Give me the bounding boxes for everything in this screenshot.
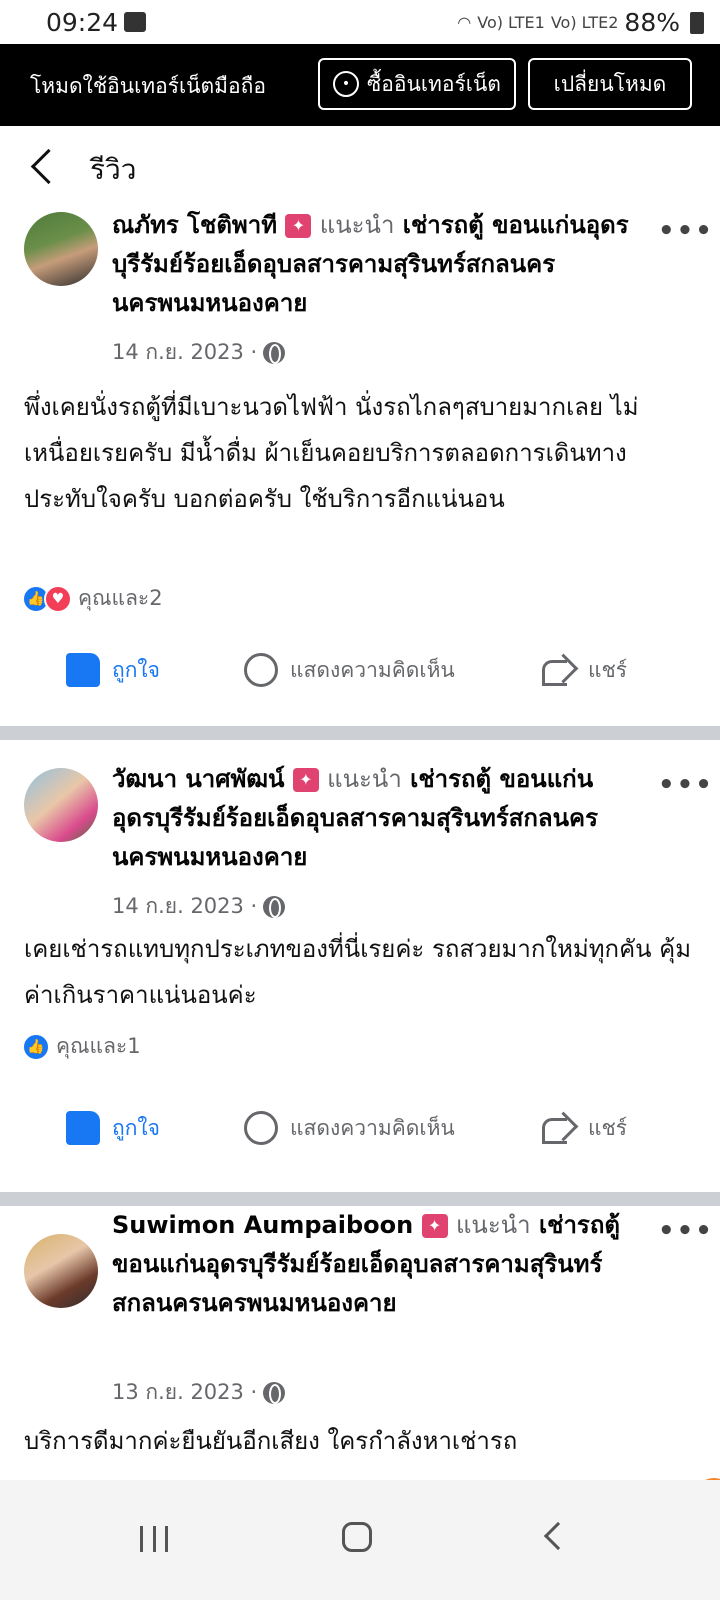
public-globe-icon [263,341,286,364]
card-separator [0,1192,720,1206]
status-right: ◠ Vo) LTE1 Vo) LTE2 88% [457,8,704,37]
author-name[interactable]: ณภัทร โชติพาที [112,211,277,239]
review-text: บริการดีมากค่ะยืนยันอีกเสียง ใครกำลังหาเ… [24,1427,518,1455]
page-header: รีวิว [0,126,720,210]
author-name[interactable]: วัฒนา นาศพัฒน์ [112,765,284,793]
comment-bubble-icon [244,653,278,687]
avatar[interactable] [24,212,98,286]
more-options-icon[interactable]: ••• [658,216,712,246]
review-meta: 14 ก.ย. 2023 · [112,336,286,369]
thumbs-up-icon [66,1111,100,1145]
recommend-flag-icon: ✦ [285,214,312,238]
like-label: ถูกใจ [112,1115,160,1140]
like-button[interactable]: ถูกใจ [66,1098,160,1158]
recent-apps-icon[interactable] [140,1526,168,1552]
more-options-icon[interactable]: ••• [658,770,712,800]
recommend-label: แนะนำ [455,1211,531,1239]
comment-button[interactable]: แสดงความคิดเห็น [244,1098,455,1158]
system-back-icon[interactable] [543,1521,573,1551]
share-button[interactable]: แชร์ [542,640,627,700]
recommend-flag-icon: ✦ [292,768,319,792]
recommend-label: แนะนำ [319,211,395,239]
signal-2-icon: Vo) LTE2 [550,13,619,32]
reaction-count: คุณและ2 [78,586,163,610]
review-text: เคยเช่ารถแทบทุกประเภทของที่นี่เรยค่ะ รถส… [24,935,692,1009]
action-bar: ถูกใจ แสดงความคิดเห็น แชร์ [0,640,720,700]
thumbs-up-icon [66,653,100,687]
author-name[interactable]: Suwimon Aumpaiboon [112,1211,413,1239]
recommend-label: แนะนำ [327,765,402,793]
share-label: แชร์ [588,1115,628,1140]
review-date[interactable]: 14 ก.ย. 2023 · [112,336,257,369]
page-title: รีวิว [90,153,137,186]
reactions-summary[interactable]: 👍 คุณและ1 [22,1030,141,1063]
review-card: ณภัทร โชติพาที ✦ แนะนำ เช่ารถตู้ ขอนแก่น… [0,210,720,710]
switch-mode-label: เปลี่ยนโหมด [553,71,667,96]
switch-mode-button[interactable]: เปลี่ยนโหมด [528,58,692,110]
public-globe-icon [263,895,286,918]
comment-button[interactable]: แสดงความคิดเห็น [244,640,455,700]
review-date[interactable]: 13 ก.ย. 2023 · [112,1376,257,1409]
avatar[interactable] [24,1234,98,1308]
home-icon[interactable] [342,1522,372,1552]
battery-icon [690,11,704,34]
status-time: 09:24 [46,8,119,37]
buy-data-label: ซื้ออินเทอร์เน็ต [367,71,501,96]
review-card: วัฒนา นาศพัฒน์ ✦ แนะนำ เช่ารถตู้ ขอนแก่น… [0,740,720,1160]
back-arrow-icon[interactable] [26,148,66,188]
banner-text: โหมดใช้อินเทอร์เน็ตมือถือ [30,74,266,98]
reactions-summary[interactable]: 👍 ♥ คุณและ2 [22,582,163,615]
gallery-notification-icon [124,12,146,32]
share-arrow-icon [542,656,576,686]
review-meta: 13 ก.ย. 2023 · [112,1376,286,1409]
share-label: แชร์ [588,657,628,682]
battery-percent: 88% [624,8,680,37]
card-separator [0,726,720,740]
review-header-text: Suwimon Aumpaiboon ✦ แนะนำ เช่ารถตู้ ขอน… [112,1206,632,1323]
buy-data-button[interactable]: • ซื้ออินเทอร์เน็ต [318,58,516,110]
share-arrow-icon [542,1114,576,1144]
review-header-text: ณภัทร โชติพาที ✦ แนะนำ เช่ารถตู้ ขอนแก่น… [112,206,632,323]
comment-label: แสดงความคิดเห็น [290,657,455,682]
review-card: Suwimon Aumpaiboon ✦ แนะนำ เช่ารถตู้ ขอน… [0,1206,720,1480]
review-date[interactable]: 14 ก.ย. 2023 · [112,890,257,923]
action-bar: ถูกใจ แสดงความคิดเห็น แชร์ [0,1098,720,1158]
like-reaction-icon: 👍 [22,1032,50,1061]
comment-bubble-icon [244,1111,278,1145]
review-meta: 14 ก.ย. 2023 · [112,890,286,923]
love-reaction-icon: ♥ [44,584,72,613]
system-nav-bar [0,1480,720,1600]
signal-1-icon: Vo) LTE1 [477,13,545,32]
like-label: ถูกใจ [112,657,160,682]
reaction-count: คุณและ1 [56,1034,141,1058]
comment-label: แสดงความคิดเห็น [290,1115,455,1140]
avatar[interactable] [24,768,98,842]
mobile-data-banner: โหมดใช้อินเทอร์เน็ตมือถือ • ซื้ออินเทอร์… [0,44,720,126]
wifi-icon: ◠ [457,13,472,32]
more-options-icon[interactable]: ••• [658,1216,712,1246]
like-button[interactable]: ถูกใจ [66,640,160,700]
recommend-flag-icon: ✦ [421,1214,448,1238]
antenna-icon: • [333,71,360,97]
review-header-text: วัฒนา นาศพัฒน์ ✦ แนะนำ เช่ารถตู้ ขอนแก่น… [112,760,632,877]
public-globe-icon [263,1381,286,1404]
status-bar: 09:24 ◠ Vo) LTE1 Vo) LTE2 88% [0,0,720,44]
share-button[interactable]: แชร์ [542,1098,627,1158]
review-text: พึ่งเคยนั่งรถตู้ที่มีเบาะนวดไฟฟ้า นั่งรถ… [24,393,639,513]
